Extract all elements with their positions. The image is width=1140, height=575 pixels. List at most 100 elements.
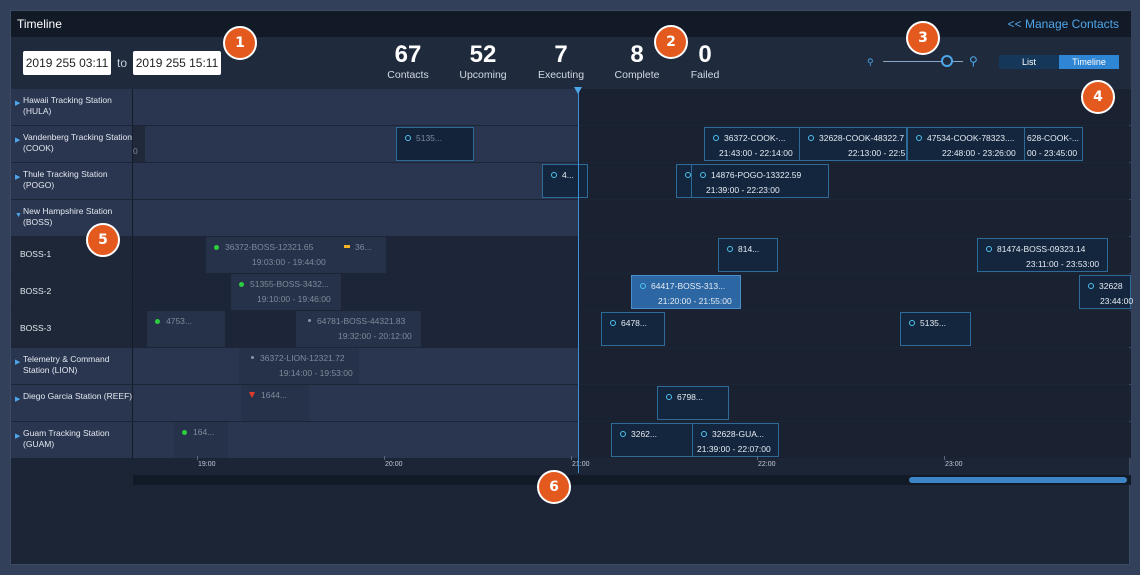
callout-badge-1: 1: [223, 26, 257, 60]
pass-time: 23:11:00 - 23:53:00: [1026, 259, 1100, 269]
pass-status-icon: [986, 246, 992, 252]
pass-time: 21:43:00 - 22:14:00: [719, 148, 793, 158]
pass-status-icon: [916, 135, 922, 141]
callout-badge-4: 4: [1081, 80, 1115, 114]
callout-badge-5: 5: [86, 223, 120, 257]
pass-block[interactable]: 47534-COOK-78323.... 22:48:00 - 23:26:00: [907, 127, 1025, 161]
pass-title: 47534-COOK-78323....: [916, 132, 1014, 144]
to-label: to: [117, 56, 128, 70]
pass-block[interactable]: 64781-BOSS-44321.83 19:32:00 - 20:12:00: [296, 311, 421, 347]
station-label[interactable]: ▶ Diego Garcia Station (REEF): [11, 385, 133, 421]
station-label[interactable]: ▶ Thule Tracking Station (POGO): [11, 163, 133, 199]
axis-tick-line: [944, 456, 945, 460]
row-past-region: [133, 163, 578, 199]
pass-title: 4...: [551, 169, 574, 181]
expand-caret-icon[interactable]: ▶: [15, 432, 20, 440]
expand-caret-icon[interactable]: ▶: [15, 99, 20, 107]
pass-block[interactable]: [676, 164, 692, 198]
timeline-view-button[interactable]: Timeline: [1059, 55, 1119, 69]
axis-tick-line: [571, 456, 572, 460]
axis-tick-line: [197, 456, 198, 460]
pass-title-text: 51355-BOSS-3432...: [250, 279, 329, 289]
antenna-row-boss-3: BOSS-3 4753... 64781-BOSS-44321.83 19:32:…: [11, 311, 1131, 347]
timeline-scrollbar[interactable]: [133, 475, 1131, 485]
stat-value: 67: [394, 41, 422, 68]
pass-title-text: 1644...: [261, 390, 287, 400]
pass-block[interactable]: 36372-LION-12321.72 19:14:00 - 19:53:00: [239, 348, 359, 384]
pass-status-icon: [1088, 283, 1094, 289]
pass-block[interactable]: 4753...: [147, 311, 225, 347]
stat-label: Upcoming: [459, 69, 507, 81]
pass-block[interactable]: 628-COOK-... 00 - 23:45:00: [1024, 127, 1083, 161]
current-time-marker-icon[interactable]: [574, 87, 582, 94]
antenna-row-boss-2: BOSS-2 51355-BOSS-3432... 19:10:00 - 19:4…: [11, 274, 1134, 310]
pass-block[interactable]: 51355-BOSS-3432... 19:10:00 - 19:46:00: [231, 274, 341, 310]
pass-status-icon: [308, 319, 311, 322]
pass-block[interactable]: 6478...: [601, 312, 665, 346]
timeline-rows: ▶ Hawaii Tracking Station (HULA) ▶ Vande…: [11, 89, 1134, 458]
pass-block[interactable]: 1644...: [241, 385, 309, 421]
station-name: Diego Garcia Station (REEF): [23, 391, 133, 401]
warning-status-icon: [344, 245, 350, 248]
pass-status-icon: [909, 320, 915, 326]
station-label[interactable]: ▶ Guam Tracking Station (GUAM): [11, 422, 133, 458]
pass-title-text: 32628-GUA...: [712, 429, 764, 439]
current-time-line: [578, 89, 579, 473]
station-name: Vandenberg Tracking Station (COOK): [23, 132, 132, 153]
station-label[interactable]: ▶ Hawaii Tracking Station (HULA): [11, 89, 133, 125]
pass-status-icon: [640, 283, 646, 289]
pass-title-text: 814...: [738, 244, 760, 254]
station-row-hula: ▶ Hawaii Tracking Station (HULA): [11, 89, 1131, 125]
pass-block[interactable]: 32628-GUA... 21:39:00 - 22:07:00: [692, 423, 779, 457]
list-view-button[interactable]: List: [999, 55, 1059, 69]
expand-caret-icon[interactable]: ▶: [15, 136, 20, 144]
pass-block[interactable]: 32628 23:44:00: [1079, 275, 1134, 309]
pass-status-icon: [405, 135, 411, 141]
station-row-boss: ▼ New Hampshire Station (BOSS): [11, 200, 1131, 236]
pass-time: 23:44:00: [1100, 296, 1134, 306]
zoom-out-icon[interactable]: ⚲: [867, 57, 874, 68]
pass-block-active[interactable]: 64417-BOSS-313... 21:20:00 - 21:55:00: [631, 275, 741, 309]
axis-tick-label: 20:00: [385, 461, 403, 468]
pass-status-icon: [551, 172, 557, 178]
pass-block[interactable]: 6798...: [657, 386, 729, 420]
manage-contacts-link[interactable]: << Manage Contacts: [1008, 17, 1119, 31]
pass-block[interactable]: 81474-BOSS-09323.14 23:11:00 - 23:53:00: [977, 238, 1108, 272]
pass-title-text: 3262...: [631, 429, 657, 439]
expand-caret-icon[interactable]: ▶: [15, 358, 20, 366]
pass-block[interactable]: 164...: [174, 422, 228, 458]
pass-block[interactable]: 5135...: [900, 312, 971, 346]
zoom-slider-handle[interactable]: [941, 55, 953, 67]
station-label[interactable]: ▶ Telemetry & Command Station (LION): [11, 348, 133, 384]
pass-title-text: 164...: [193, 427, 215, 437]
pass-block[interactable]: 14876-POGO-13322.59 21:39:00 - 22:23:00: [691, 164, 829, 198]
collapse-caret-icon[interactable]: ▼: [15, 212, 22, 219]
pass-block[interactable]: 36372-COOK-... 21:43:00 - 22:14:00: [704, 127, 800, 161]
pass-status-icon: [700, 172, 706, 178]
axis-tick-label: 23:00: [945, 461, 963, 468]
pass-title-text: 32628: [1099, 281, 1123, 291]
pass-block[interactable]: 0: [133, 126, 145, 162]
pass-time: 19:10:00 - 19:46:00: [257, 294, 331, 304]
pass-status-icon: [701, 431, 707, 437]
pass-block[interactable]: 36372-BOSS-12321.65 19:03:00 - 19:44:00 36…: [206, 237, 386, 273]
pass-title: 32628-GUA...: [701, 428, 764, 440]
pass-block[interactable]: 32628-COOK-48322.7 22:13:00 - 22:5: [799, 127, 907, 161]
pass-block[interactable]: 4...: [542, 164, 588, 198]
pass-title: 5135...: [909, 317, 946, 329]
station-name: Guam Tracking Station (GUAM): [23, 428, 110, 449]
station-row-reef: ▶ Diego Garcia Station (REEF) 1644... 67…: [11, 385, 1131, 421]
pass-block[interactable]: 814...: [718, 238, 778, 272]
station-label[interactable]: ▶ Vandenberg Tracking Station (COOK): [11, 126, 133, 162]
view-toggle: List Timeline: [999, 55, 1119, 69]
expand-caret-icon[interactable]: ▶: [15, 395, 20, 403]
scrollbar-thumb[interactable]: [909, 477, 1127, 483]
expand-caret-icon[interactable]: ▶: [15, 173, 20, 181]
pass-block[interactable]: 5135...: [396, 127, 474, 161]
start-date-input[interactable]: 2019 255 03:11: [23, 51, 111, 75]
end-date-input[interactable]: 2019 255 15:11: [133, 51, 221, 75]
zoom-in-icon[interactable]: ⚲: [969, 54, 978, 68]
pass-title-text: 6798...: [677, 392, 703, 402]
pass-title-text: 64417-BOSS-313...: [651, 281, 726, 291]
pass-block[interactable]: 3262...: [611, 423, 693, 457]
